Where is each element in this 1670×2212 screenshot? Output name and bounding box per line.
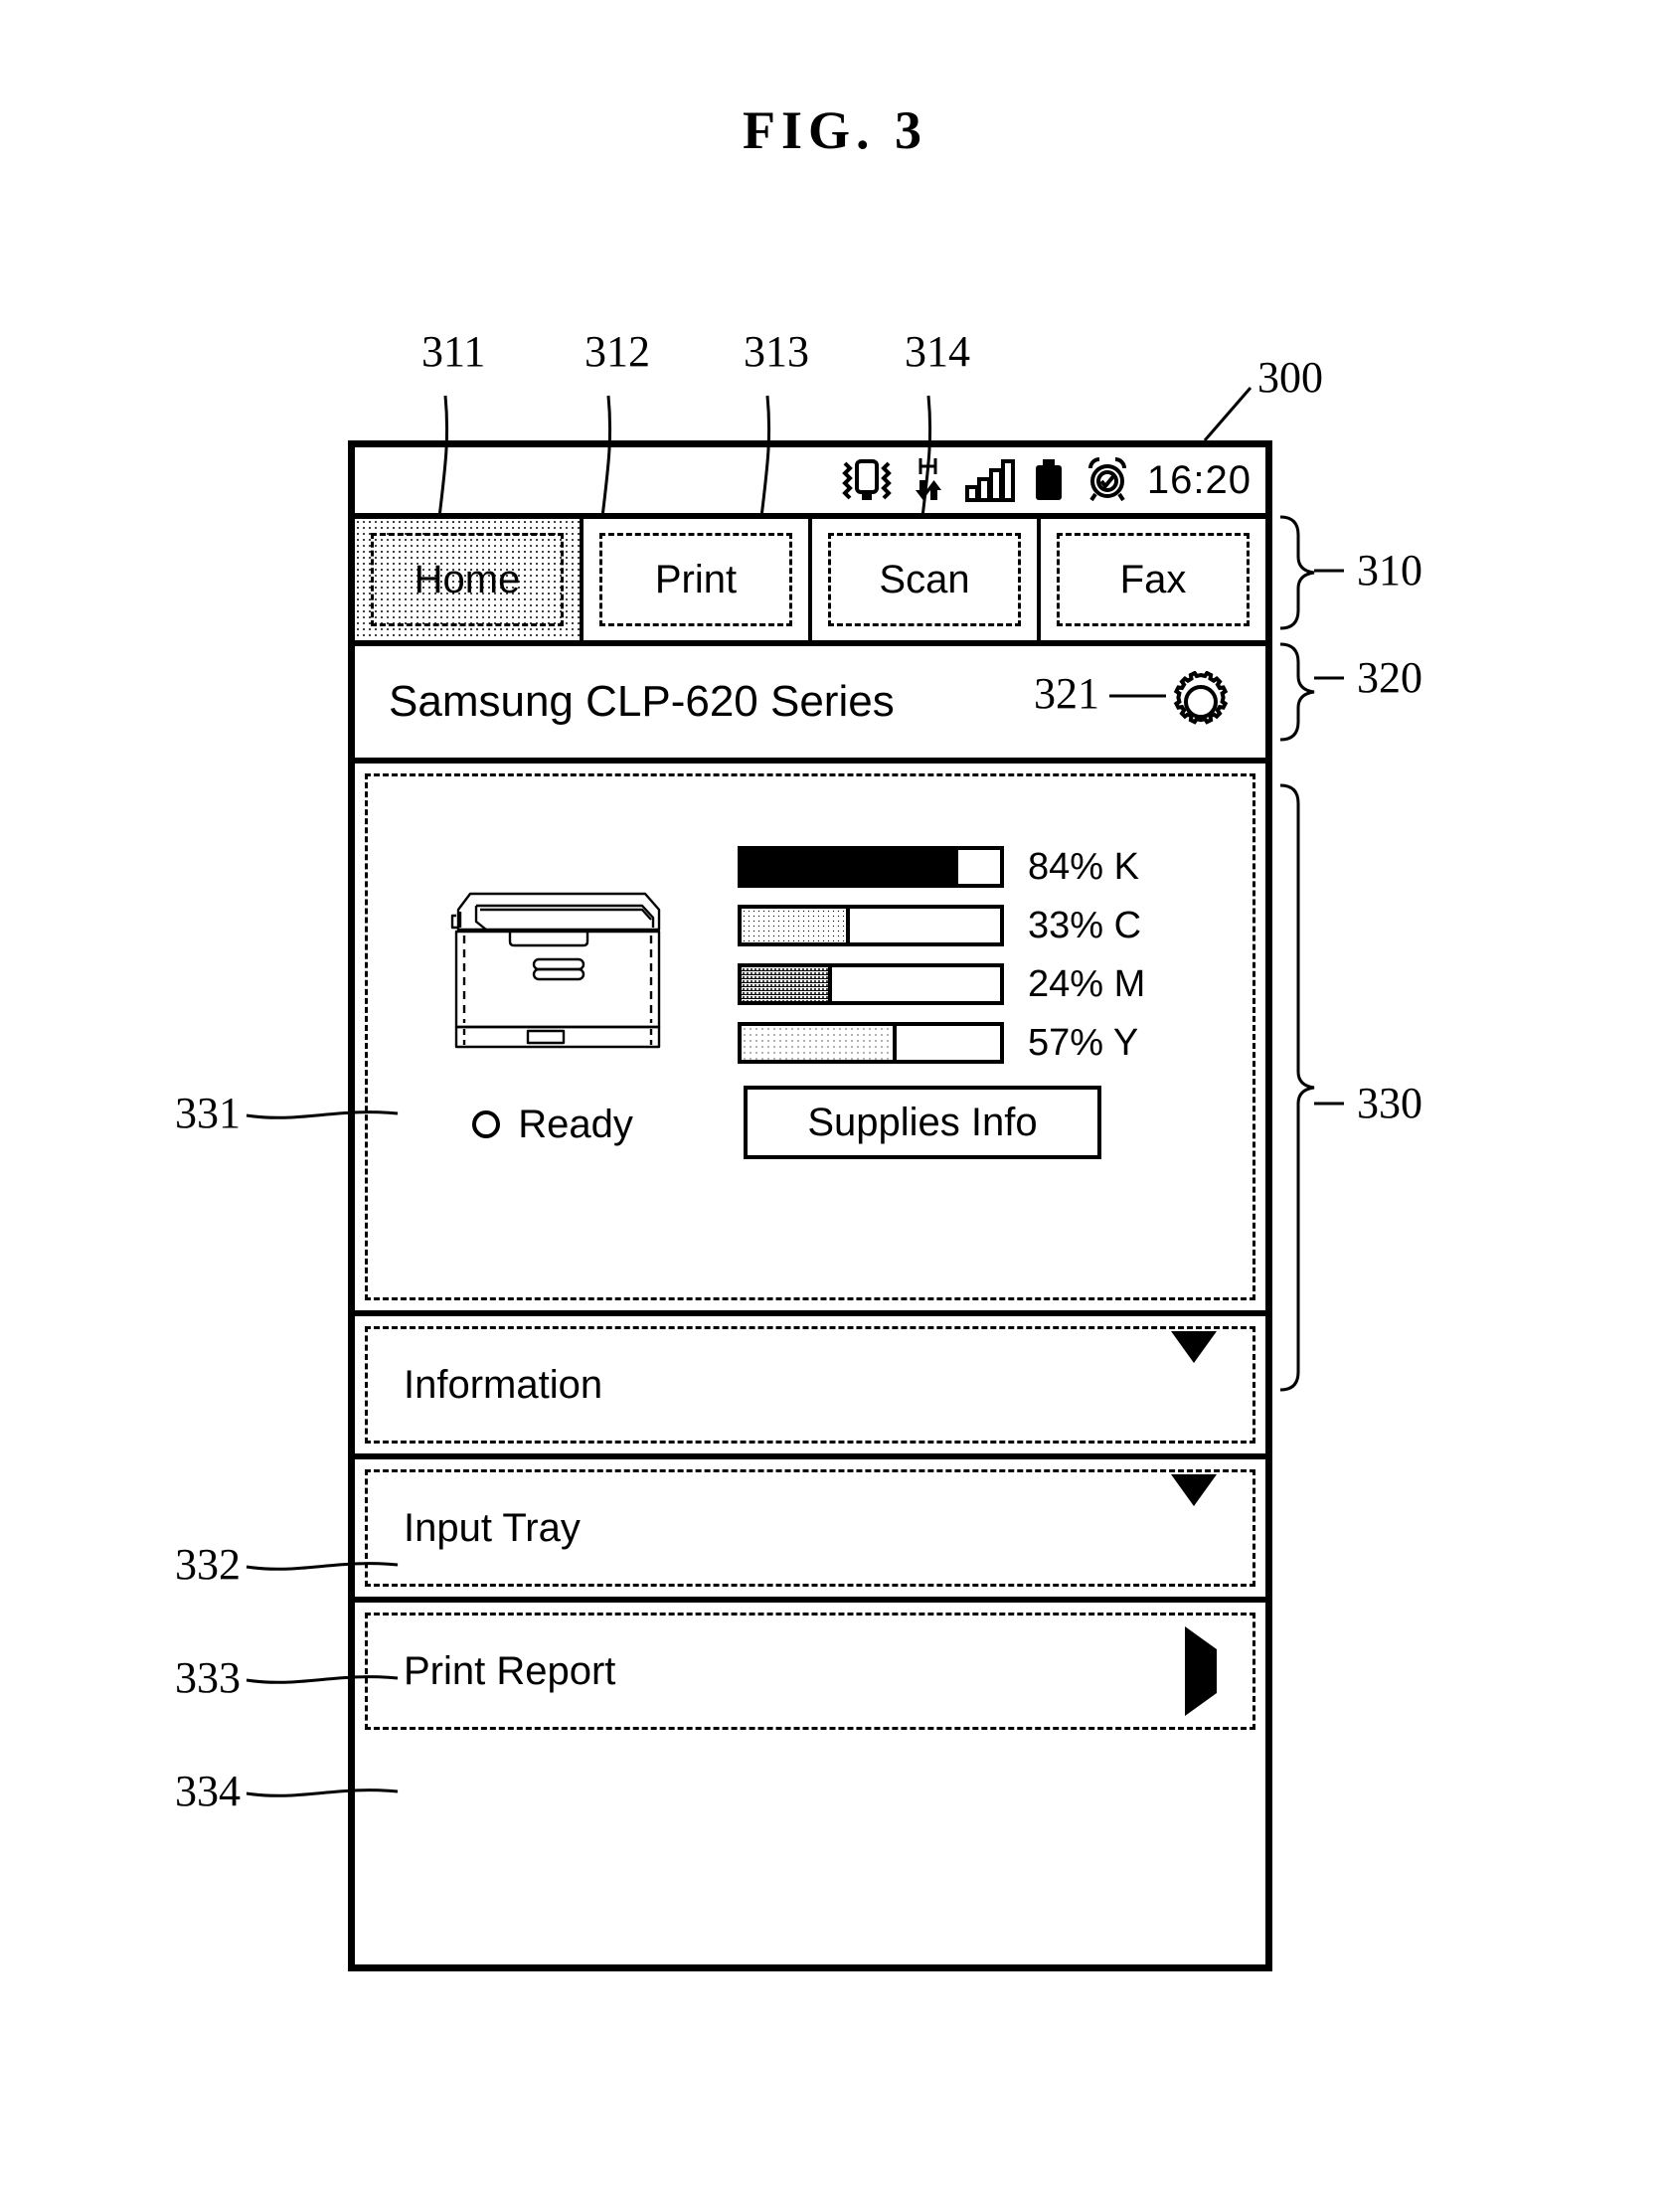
device-status: Ready — [472, 1105, 633, 1144]
toner-label-c: 33% C — [1028, 905, 1142, 946]
brace-310 — [1279, 515, 1315, 630]
device-name: Samsung CLP-620 Series — [389, 677, 895, 726]
row-information-label: Information — [404, 1363, 603, 1407]
tab-fax-inner: Fax — [1057, 533, 1250, 626]
toner-label-m: 24% M — [1028, 963, 1146, 1005]
toner-row-m: 24% M — [738, 963, 1227, 1005]
ref-310: 310 — [1357, 546, 1422, 595]
home-content: Ready 84% K 33% C 24% M 57% Y Supplies I… — [355, 764, 1265, 1310]
ref-331: 331 — [175, 1089, 241, 1137]
toner-bar-c — [738, 905, 1004, 946]
tab-scan-label: Scan — [879, 558, 970, 601]
tab-home-inner: Home — [371, 533, 564, 626]
tab-fax[interactable]: Fax — [1041, 519, 1265, 640]
chevron-down-icon — [1171, 1331, 1217, 1407]
brace-330 — [1279, 783, 1315, 1392]
ref-312: 312 — [584, 327, 650, 376]
ref-332: 332 — [175, 1540, 241, 1589]
toner-row-y: 57% Y — [738, 1022, 1227, 1064]
brace-320 — [1279, 642, 1315, 742]
ref-333: 333 — [175, 1653, 241, 1702]
tab-scan-inner: Scan — [828, 533, 1021, 626]
toner-row-c: 33% C — [738, 905, 1227, 946]
print-report-section: Print Report — [355, 1597, 1265, 1740]
status-icon-group — [841, 456, 1133, 504]
tab-print[interactable]: Print — [584, 519, 812, 640]
toner-fill-y — [742, 1026, 897, 1060]
battery-icon — [1035, 459, 1062, 500]
tab-print-inner: Print — [599, 533, 792, 626]
tab-home[interactable]: Home — [355, 519, 584, 640]
gear-icon — [1173, 671, 1229, 725]
signal-bars-icon — [964, 459, 1015, 502]
row-print-report-label: Print Report — [404, 1649, 616, 1693]
ref-321: 321 — [1034, 669, 1099, 718]
status-bar: 16:20 — [355, 447, 1265, 519]
tab-scan[interactable]: Scan — [812, 519, 1041, 640]
alarm-clock-icon — [1087, 457, 1126, 502]
device-title-bar: Samsung CLP-620 Series — [355, 646, 1265, 764]
supplies-info-label: Supplies Info — [807, 1100, 1038, 1144]
status-text: Ready — [518, 1103, 633, 1146]
chevron-right-icon — [1185, 1626, 1217, 1716]
printer-illustration — [450, 892, 661, 1049]
toner-fill-m — [742, 967, 832, 1001]
status-panel: Ready 84% K 33% C 24% M 57% Y Supplies I… — [365, 773, 1255, 1300]
toner-label-k: 84% K — [1028, 846, 1139, 888]
toner-row-k: 84% K — [738, 846, 1227, 888]
row-print-report[interactable]: Print Report — [365, 1613, 1255, 1730]
input-tray-section: Input Tray — [355, 1453, 1265, 1597]
status-time: 16:20 — [1146, 458, 1252, 502]
information-section: Information — [355, 1310, 1265, 1453]
toner-bar-k — [738, 846, 1004, 888]
printer-control-panel-screen: 16:20 Home Print Scan Fax Samsung CLP-62… — [348, 440, 1272, 1971]
row-information[interactable]: Information — [365, 1326, 1255, 1444]
row-input-tray-label: Input Tray — [404, 1506, 581, 1550]
ref-313: 313 — [744, 327, 809, 376]
row-input-tray[interactable]: Input Tray — [365, 1469, 1255, 1587]
ref-334: 334 — [175, 1767, 241, 1815]
hsdpa-data-icon — [915, 458, 941, 500]
ref-314: 314 — [905, 327, 970, 376]
tab-home-label: Home — [414, 558, 521, 601]
tab-print-label: Print — [654, 558, 738, 601]
vibrate-phone-icon — [842, 459, 892, 500]
chevron-down-icon — [1171, 1474, 1217, 1550]
ref-311: 311 — [421, 327, 486, 376]
ref-330: 330 — [1357, 1079, 1422, 1127]
tab-bar: Home Print Scan Fax — [355, 519, 1265, 646]
toner-label-y: 57% Y — [1028, 1022, 1139, 1064]
supplies-info-button[interactable]: Supplies Info — [744, 1086, 1101, 1159]
status-circle-icon — [472, 1110, 501, 1138]
leader-300 — [1203, 387, 1252, 441]
toner-fill-k — [742, 850, 959, 884]
ref-320: 320 — [1357, 653, 1422, 702]
toner-bar-m — [738, 963, 1004, 1005]
settings-gear-button[interactable] — [1170, 671, 1232, 733]
toner-fill-c — [742, 909, 851, 942]
ref-300: 300 — [1257, 353, 1323, 402]
tab-fax-label: Fax — [1119, 558, 1187, 601]
figure-title: FIG. 3 — [742, 100, 927, 160]
toner-bar-y — [738, 1022, 1004, 1064]
toner-levels: 84% K 33% C 24% M 57% Y Supplies Info — [712, 804, 1227, 1159]
printer-status-column: Ready — [394, 804, 712, 1144]
